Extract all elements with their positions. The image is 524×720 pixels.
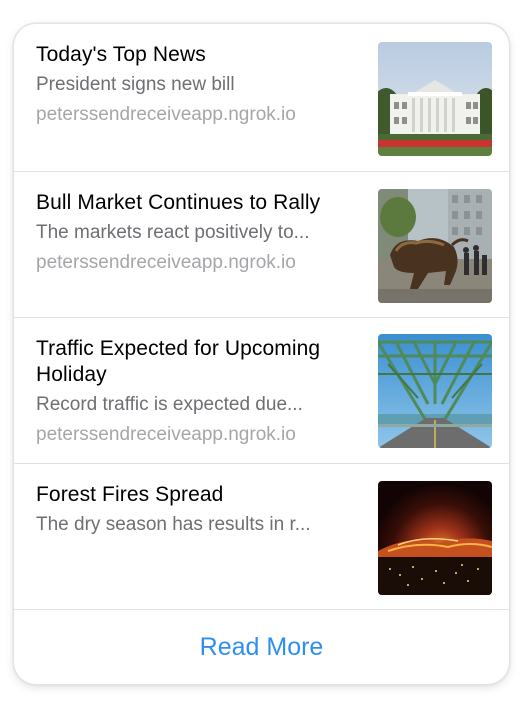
news-item-title: Traffic Expected for Upcoming Holiday bbox=[36, 337, 321, 386]
news-item-title: Bull Market Continues to Rally bbox=[36, 191, 321, 214]
white-house-photo bbox=[378, 42, 492, 156]
news-item-text: Today's Top News President signs new bil… bbox=[36, 42, 366, 127]
news-item-source: peterssendreceiveapp.ngrok.io bbox=[36, 424, 296, 445]
forest-fire-night-photo bbox=[378, 481, 492, 595]
news-item-title: Today's Top News bbox=[36, 43, 206, 66]
news-item[interactable]: Forest Fires Spread The dry season has r… bbox=[14, 464, 509, 610]
news-item-text: Traffic Expected for Upcoming Holiday Re… bbox=[36, 336, 366, 447]
news-item-text: Forest Fires Spread The dry season has r… bbox=[36, 482, 366, 537]
news-item[interactable]: Bull Market Continues to Rally The marke… bbox=[14, 172, 509, 318]
charging-bull-statue-photo bbox=[378, 189, 492, 303]
news-item[interactable]: Today's Top News President signs new bil… bbox=[14, 24, 509, 172]
news-item-summary: Record traffic is expected due... bbox=[36, 394, 303, 415]
news-item-summary: President signs new bill bbox=[36, 74, 235, 95]
news-item-summary: The markets react positively to... bbox=[36, 222, 310, 243]
news-item-source: peterssendreceiveapp.ngrok.io bbox=[36, 104, 296, 125]
news-list-card: Today's Top News President signs new bil… bbox=[14, 24, 509, 684]
news-item-title: Forest Fires Spread bbox=[36, 483, 224, 506]
read-more-button[interactable]: Read More bbox=[14, 610, 509, 684]
news-item-summary: The dry season has results in r... bbox=[36, 514, 311, 535]
news-item-text: Bull Market Continues to Rally The marke… bbox=[36, 190, 366, 275]
news-item[interactable]: Traffic Expected for Upcoming Holiday Re… bbox=[14, 318, 509, 464]
truss-bridge-photo bbox=[378, 334, 492, 448]
news-item-source: peterssendreceiveapp.ngrok.io bbox=[36, 252, 296, 273]
